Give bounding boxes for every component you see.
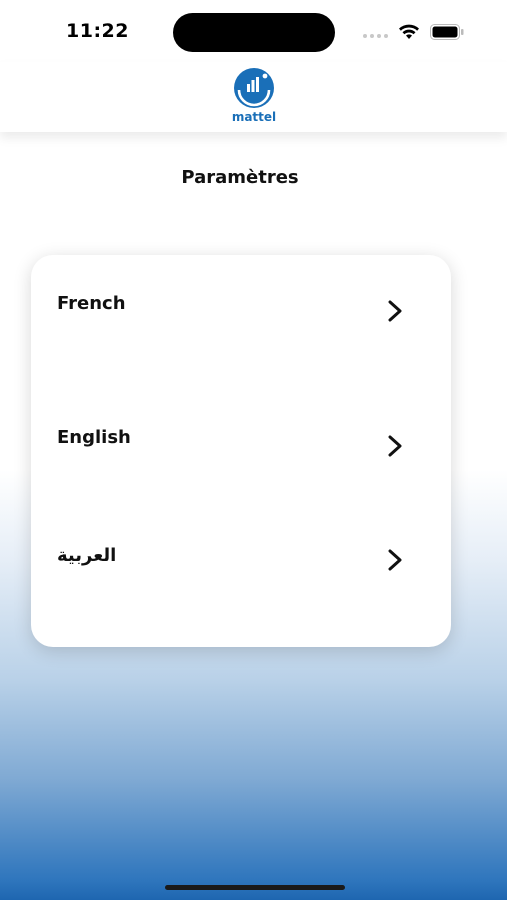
language-item-english[interactable]: English — [31, 427, 451, 487]
language-label: العربية — [57, 545, 117, 566]
dynamic-island — [173, 13, 335, 52]
app-header: mattel — [0, 62, 507, 132]
logo-mark — [234, 68, 274, 108]
wifi-icon — [399, 24, 419, 39]
battery-icon — [430, 24, 464, 40]
status-time: 11:22 — [66, 20, 129, 42]
chevron-right-icon — [388, 300, 402, 322]
mattel-logo-icon: mattel — [223, 68, 285, 130]
status-bar: 11:22 — [0, 0, 507, 62]
language-label: French — [57, 293, 126, 314]
language-label: English — [57, 427, 131, 448]
language-item-french[interactable]: French — [31, 293, 451, 353]
home-indicator[interactable] — [165, 885, 345, 890]
language-item-arabic[interactable]: العربية — [31, 545, 451, 605]
language-card: French English العربية — [31, 255, 451, 647]
logo-text: mattel — [231, 110, 277, 124]
chevron-right-icon — [388, 549, 402, 571]
cellular-signal-icon — [363, 34, 388, 38]
page-title: Paramètres — [181, 167, 299, 188]
chevron-right-icon — [388, 435, 402, 457]
